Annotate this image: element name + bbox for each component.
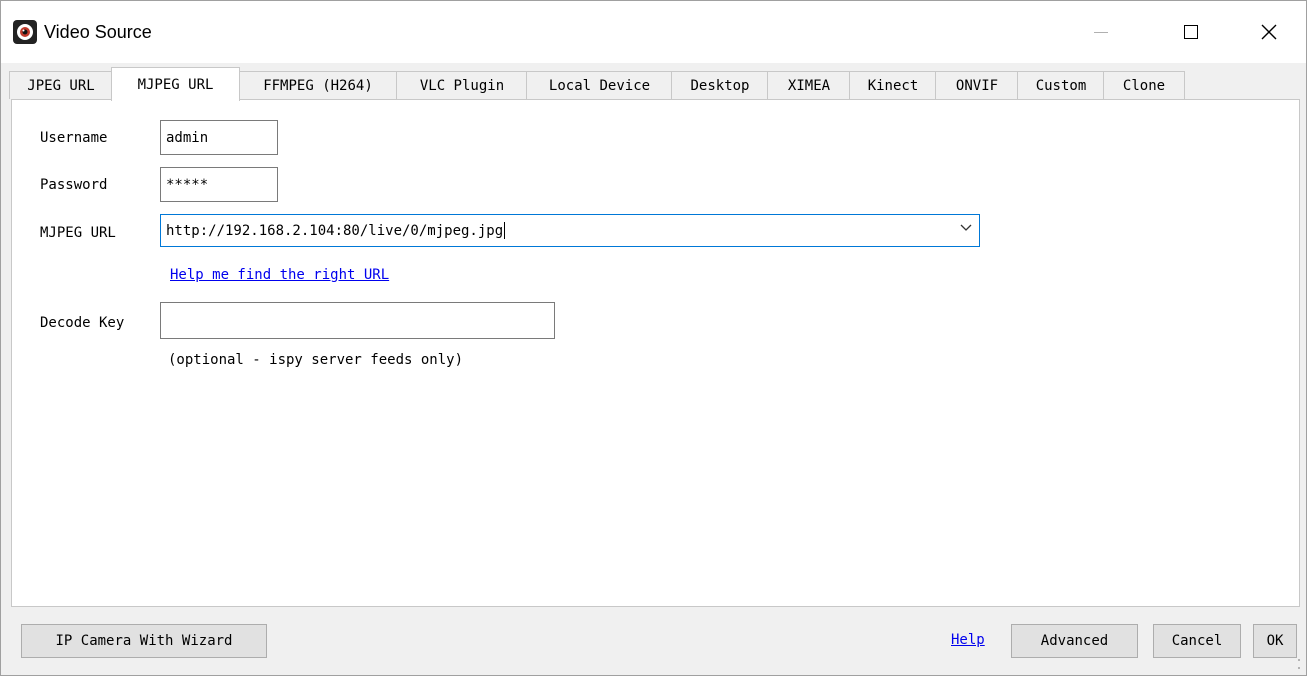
tab-jpeg-url[interactable]: JPEG URL bbox=[9, 71, 113, 99]
decode-key-field[interactable] bbox=[160, 302, 555, 339]
tab-custom[interactable]: Custom bbox=[1017, 71, 1105, 99]
mjpeg-url-combobox[interactable]: http://192.168.2.104:80/live/0/mjpeg.jpg bbox=[160, 214, 980, 247]
ip-camera-wizard-button[interactable]: IP Camera With Wizard bbox=[21, 624, 267, 658]
tab-ximea[interactable]: XIMEA bbox=[767, 71, 851, 99]
decode-key-hint: (optional - ispy server feeds only) bbox=[168, 352, 464, 368]
decode-key-label: Decode Key bbox=[40, 315, 125, 331]
tab-mjpeg-url[interactable]: MJPEG URL bbox=[111, 67, 240, 101]
username-label: Username bbox=[40, 130, 108, 146]
maximize-button[interactable] bbox=[1161, 1, 1221, 63]
ok-button[interactable]: OK bbox=[1253, 624, 1297, 658]
close-icon bbox=[1261, 24, 1277, 40]
title-bar[interactable]: Video Source bbox=[1, 1, 1306, 63]
minimize-icon bbox=[1094, 31, 1108, 33]
mjpeg-url-panel: Username admin Password ***** MJPEG URL … bbox=[11, 99, 1300, 607]
mjpeg-url-value: http://192.168.2.104:80/live/0/mjpeg.jpg bbox=[166, 222, 504, 239]
tab-ffmpeg-h264[interactable]: FFMPEG (H264) bbox=[238, 71, 398, 99]
tab-desktop[interactable]: Desktop bbox=[671, 71, 769, 99]
password-label: Password bbox=[40, 177, 108, 193]
text-caret bbox=[504, 222, 506, 239]
advanced-button[interactable]: Advanced bbox=[1011, 624, 1138, 658]
tab-onvif[interactable]: ONVIF bbox=[935, 71, 1019, 99]
tab-vlc-plugin[interactable]: VLC Plugin bbox=[396, 71, 528, 99]
chevron-down-icon[interactable] bbox=[959, 223, 973, 233]
video-source-window: Video Source JPEG URL MJPEG URL FFMPEG (… bbox=[0, 0, 1307, 676]
username-field[interactable]: admin bbox=[160, 120, 278, 155]
tab-kinect[interactable]: Kinect bbox=[849, 71, 937, 99]
tab-local-device[interactable]: Local Device bbox=[526, 71, 673, 99]
window-title: Video Source bbox=[44, 22, 152, 42]
resize-grip-icon[interactable] bbox=[1296, 657, 1302, 671]
eye-camera-icon bbox=[13, 20, 37, 44]
close-button[interactable] bbox=[1239, 1, 1299, 63]
mjpeg-url-label: MJPEG URL bbox=[40, 225, 116, 241]
password-field[interactable]: ***** bbox=[160, 167, 278, 202]
tab-clone[interactable]: Clone bbox=[1103, 71, 1185, 99]
help-find-url-link[interactable]: Help me find the right URL bbox=[170, 267, 389, 283]
maximize-icon bbox=[1184, 25, 1198, 39]
help-link[interactable]: Help bbox=[951, 632, 985, 648]
cancel-button[interactable]: Cancel bbox=[1153, 624, 1241, 658]
minimize-button[interactable] bbox=[1071, 1, 1131, 63]
